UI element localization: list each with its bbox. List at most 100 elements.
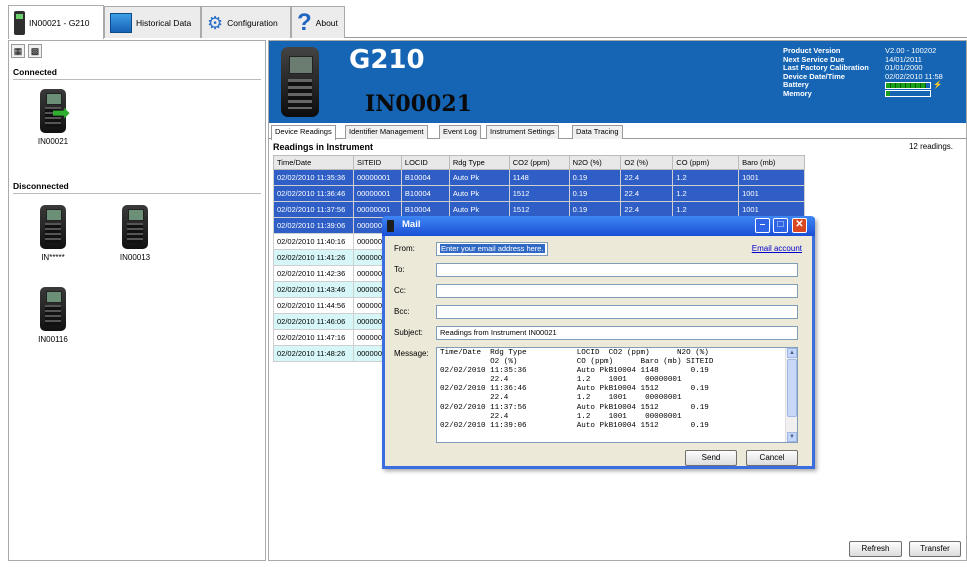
bcc-label: Bcc:: [394, 307, 410, 316]
subject-field[interactable]: Readings from Instrument IN00021: [436, 326, 798, 340]
info-key: Memory: [783, 88, 812, 98]
mail-title: Mail: [402, 219, 421, 230]
tab-device-readings[interactable]: Device Readings: [271, 125, 336, 140]
column-header[interactable]: N2O (%): [568, 155, 622, 170]
table-cell: 00000001: [352, 185, 402, 202]
tab-event-log[interactable]: Event Log: [439, 125, 481, 139]
mail-app-icon: [387, 220, 394, 232]
device-image: [281, 47, 319, 117]
table-cell: 02/02/2010 11:37:56: [273, 201, 354, 218]
table-cell: 00000001: [352, 169, 402, 186]
device-label: IN00021: [37, 137, 69, 146]
chart-icon: [110, 12, 132, 33]
readings-title: Readings in Instrument: [273, 142, 374, 152]
table-cell: 1512: [508, 185, 570, 202]
column-header[interactable]: Rdg Type: [448, 155, 510, 170]
tab-about[interactable]: ? About: [291, 6, 345, 38]
tab-historical-data[interactable]: Historical Data: [104, 6, 201, 38]
tab-data-tracing[interactable]: Data Tracing: [572, 125, 623, 139]
memory-bar: [885, 90, 931, 98]
table-cell: 02/02/2010 11:42:36: [273, 265, 354, 282]
table-cell: 02/02/2010 11:39:06: [273, 217, 354, 234]
icon-view-icon[interactable]: ▩: [28, 44, 42, 58]
table-header-row: Time/Date SITEID LOCID Rdg Type CO2 (ppm…: [273, 155, 805, 170]
plug-icon: ⚡: [933, 80, 943, 90]
table-cell: 0.19: [568, 185, 622, 202]
main-tab-bar: IN00021 - G210 Historical Data ⚙ Configu…: [8, 2, 967, 39]
table-row[interactable]: 02/02/2010 11:36:46 00000001 B10004 Auto Pk…: [273, 185, 805, 202]
scroll-up-icon[interactable]: ▲: [787, 348, 797, 358]
device-model: G210: [349, 45, 425, 75]
scroll-down-icon[interactable]: ▼: [787, 432, 797, 442]
column-header[interactable]: Time/Date: [273, 155, 354, 170]
table-cell: 1001: [738, 169, 805, 186]
close-icon[interactable]: ✕: [792, 218, 807, 233]
table-cell: 22.4: [620, 169, 674, 186]
table-cell: B10004: [400, 185, 450, 202]
from-field[interactable]: Enter your email address here.: [436, 242, 548, 256]
message-text: Time/Date Rdg Type LOCID CO2 (ppm) N2O (…: [440, 349, 714, 430]
connected-arrow-icon: ➡: [51, 100, 71, 125]
table-cell: 02/02/2010 11:44:56: [273, 297, 354, 314]
tab-identifier-management[interactable]: Identifier Management: [345, 125, 428, 139]
column-header[interactable]: O2 (%): [620, 155, 674, 170]
tab-device[interactable]: IN00021 - G210: [8, 5, 104, 39]
minimize-icon[interactable]: –: [755, 218, 770, 233]
device-item-disconnected[interactable]: IN00116: [23, 287, 83, 344]
table-cell: 1001: [738, 185, 805, 202]
device-image: [40, 287, 66, 331]
tab-configuration-label: Configuration: [227, 17, 278, 28]
device-label: IN*****: [41, 253, 65, 262]
cancel-button[interactable]: Cancel: [746, 450, 798, 466]
to-field[interactable]: [436, 263, 798, 277]
table-cell: 02/02/2010 11:43:46: [273, 281, 354, 298]
table-cell: 02/02/2010 11:35:36: [273, 169, 354, 186]
device-item-connected[interactable]: ➡ IN00021: [23, 89, 83, 146]
table-cell: 0.19: [568, 169, 622, 186]
transfer-button[interactable]: Transfer: [909, 541, 961, 557]
scroll-thumb[interactable]: [787, 359, 797, 417]
table-cell: Auto Pk: [448, 169, 510, 186]
help-icon: ?: [297, 8, 312, 36]
table-cell: 1148: [508, 169, 570, 186]
cc-label: Cc:: [394, 286, 406, 295]
connected-heading: Connected: [13, 67, 261, 80]
message-field[interactable]: Time/Date Rdg Type LOCID CO2 (ppm) N2O (…: [436, 347, 798, 443]
info-row: Memory: [783, 88, 965, 99]
detail-tab-bar: Device Readings Identifier Management Ev…: [269, 124, 966, 140]
column-header[interactable]: Baro (mb): [738, 155, 805, 170]
tab-device-label: IN00021 - G210: [29, 17, 90, 28]
device-item-disconnected[interactable]: IN*****: [23, 205, 83, 262]
column-header[interactable]: CO (ppm): [672, 155, 740, 170]
tab-instrument-settings[interactable]: Instrument Settings: [486, 125, 559, 139]
list-view-icon[interactable]: ▦: [11, 44, 25, 58]
table-cell: 1.2: [672, 185, 740, 202]
table-row[interactable]: 02/02/2010 11:35:36 00000001 B10004 Auto Pk…: [273, 169, 805, 186]
refresh-button[interactable]: Refresh: [849, 541, 902, 557]
tab-configuration[interactable]: ⚙ Configuration: [201, 6, 291, 38]
table-cell: 02/02/2010 11:46:06: [273, 313, 354, 330]
column-header[interactable]: SITEID: [352, 155, 402, 170]
device-item-disconnected[interactable]: IN00013: [105, 205, 165, 262]
table-cell: 02/02/2010 11:36:46: [273, 185, 354, 202]
tab-historical-data-label: Historical Data: [136, 17, 192, 28]
message-scrollbar[interactable]: ▲ ▼: [785, 348, 797, 442]
device-icon: [14, 10, 25, 35]
mail-title-bar[interactable]: Mail – □ ✕: [382, 216, 815, 236]
device-label: IN00013: [119, 253, 151, 262]
table-cell: 02/02/2010 11:48:26: [273, 345, 354, 362]
device-view-toolbar: ▦ ▩: [11, 44, 42, 60]
readings-count: 12 readings.: [908, 142, 953, 151]
battery-indicator: ⚡: [885, 81, 965, 90]
table-cell: B10004: [400, 169, 450, 186]
from-label: From:: [394, 244, 415, 253]
bcc-field[interactable]: [436, 305, 798, 319]
column-header[interactable]: CO2 (ppm): [508, 155, 570, 170]
mail-dialog: Mail – □ ✕ From: Enter your email addres…: [382, 216, 815, 469]
maximize-icon[interactable]: □: [773, 218, 788, 233]
column-header[interactable]: LOCID: [400, 155, 450, 170]
cc-field[interactable]: [436, 284, 798, 298]
send-button[interactable]: Send: [685, 450, 737, 466]
table-cell: 1.2: [672, 169, 740, 186]
email-account-link[interactable]: Email account: [752, 244, 802, 253]
